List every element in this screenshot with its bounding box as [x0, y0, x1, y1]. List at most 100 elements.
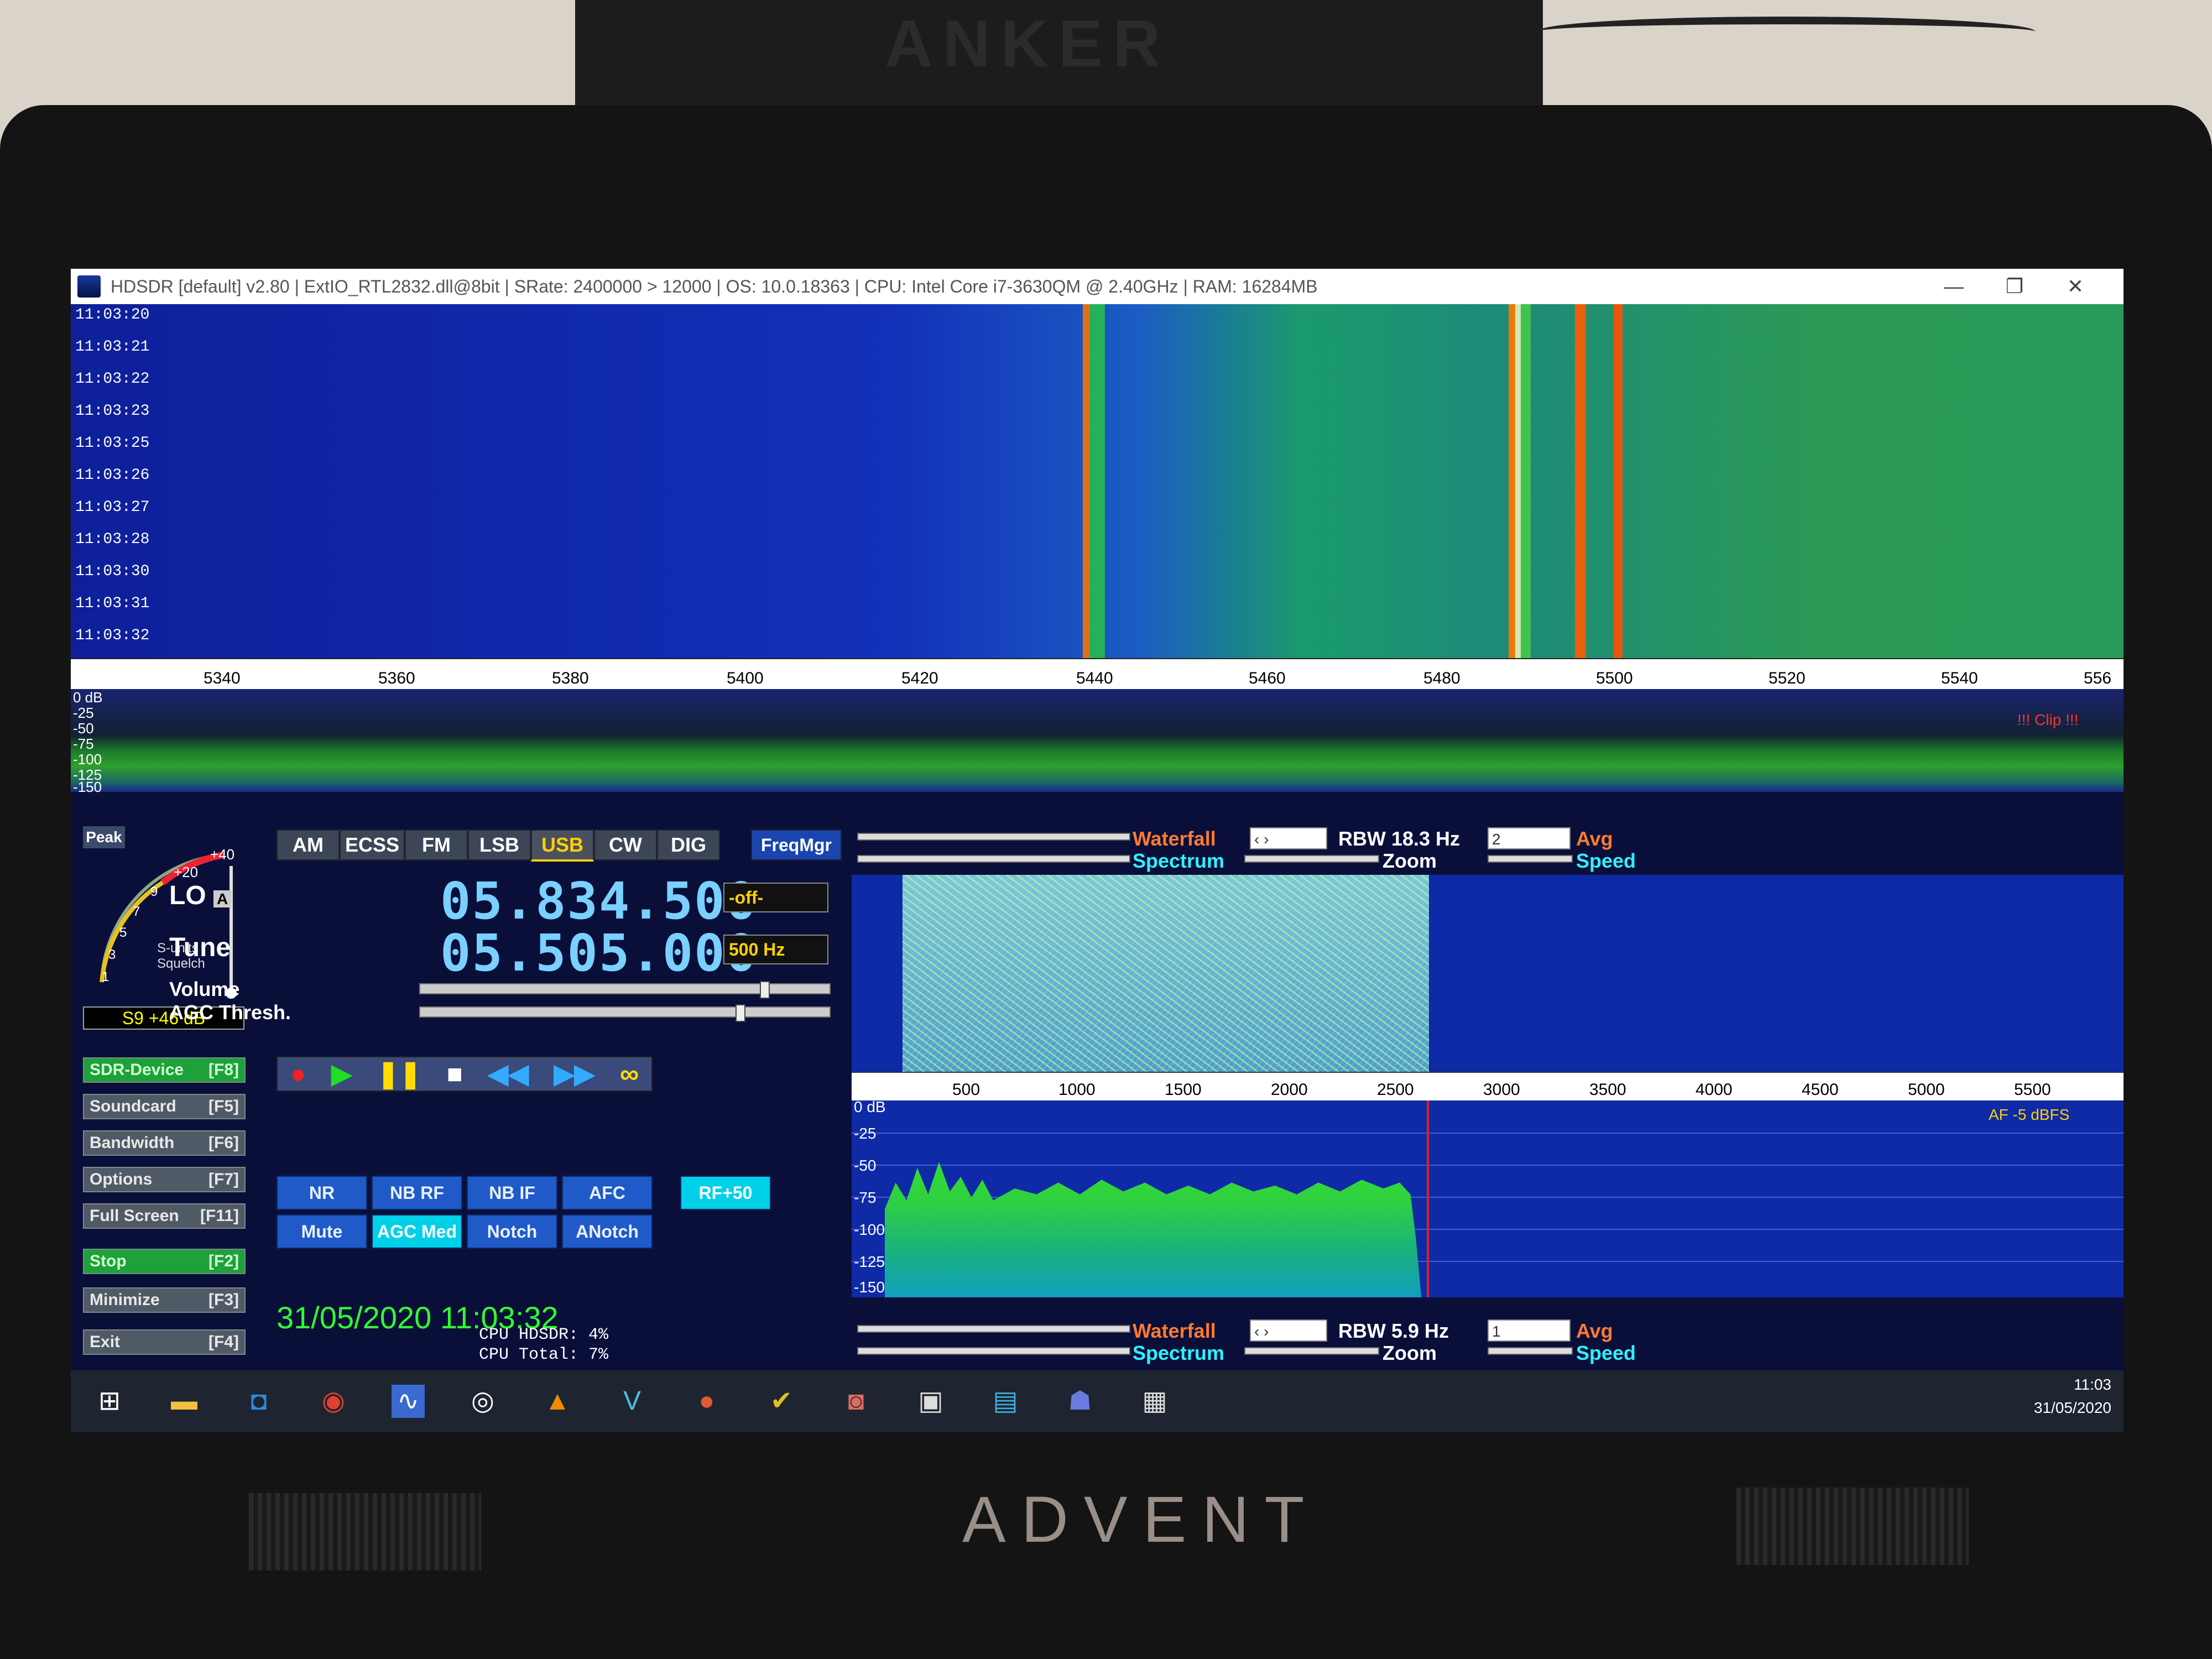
restore-window-button[interactable]: ❐ [1995, 272, 2034, 301]
mode-fm-button[interactable]: FM [405, 830, 468, 860]
freq-tick: 5540 [1941, 669, 1978, 687]
waterfall-timestamp: 11:03:31 [75, 595, 150, 612]
zoom-slider[interactable] [1244, 855, 1379, 863]
notch-button[interactable]: Notch [467, 1214, 557, 1249]
rf-waterfall-arrows[interactable]: ‹ › [1250, 827, 1327, 849]
screen-icon[interactable]: ▦ [1138, 1385, 1171, 1418]
af-rbw-label: RBW 5.9 Hz [1338, 1319, 1449, 1342]
tune-step-select[interactable]: 500 Hz [723, 935, 828, 964]
nr-button[interactable]: NR [276, 1176, 367, 1210]
af-frequency-scale[interactable]: 500 1000 1500 2000 2500 3000 3500 4000 4… [852, 1072, 2124, 1102]
mode-usb-button[interactable]: USB [531, 830, 594, 862]
app2-icon[interactable]: ◙ [839, 1385, 873, 1418]
cable [1537, 17, 2035, 46]
button-label: Options [90, 1170, 153, 1188]
title-bar: HDSDR [default] v2.80 | ExtIO_RTL2832.dl… [71, 269, 2124, 304]
af-display-controls: Waterfall Spectrum ‹ › RBW 5.9 Hz Zoom 1… [852, 1319, 2124, 1364]
options-button[interactable]: Options [F7] [83, 1167, 246, 1192]
lo-a-badge[interactable]: A [213, 890, 232, 907]
rf-plus-50-button[interactable]: RF+50 [680, 1176, 771, 1210]
folder-icon[interactable]: ▬ [168, 1385, 201, 1418]
volume-slider[interactable] [419, 981, 831, 999]
windows-icon[interactable]: ⊞ [93, 1385, 126, 1418]
stop-icon[interactable]: ■ [447, 1059, 463, 1089]
vnc-icon[interactable]: ▣ [914, 1385, 947, 1418]
lo-frequency-display[interactable]: 05.834.500 [440, 872, 758, 931]
mode-ecss-button[interactable]: ECSS [340, 830, 405, 860]
full-screen-button[interactable]: Full Screen [F11] [83, 1203, 246, 1229]
hdsdr-icon[interactable]: ∿ [392, 1385, 425, 1418]
vlc-icon[interactable]: ▲ [541, 1385, 574, 1418]
minimize-window-button[interactable]: — [1934, 272, 1973, 301]
spectrum-slider[interactable] [857, 855, 1130, 863]
nb-rf-button[interactable]: NB RF [372, 1176, 462, 1210]
media-icon[interactable]: ◎ [466, 1385, 499, 1418]
volume-slider-knob[interactable] [760, 981, 770, 999]
stop-button[interactable]: Stop [F2] [83, 1249, 246, 1274]
rf-avg-select[interactable]: 2 [1488, 827, 1571, 849]
lo-step-select[interactable]: -off- [723, 883, 828, 912]
nb-if-button[interactable]: NB IF [467, 1176, 557, 1210]
af-waterfall-label: Waterfall [1133, 1319, 1216, 1342]
transport-bar: ● ▶ ❚❚ ■ ◀◀ ▶▶ ∞ [276, 1056, 653, 1092]
af-speed-slider[interactable] [1488, 1347, 1573, 1355]
mode-cw-button[interactable]: CW [594, 830, 657, 860]
mode-am-button[interactable]: AM [276, 830, 340, 860]
exit-button[interactable]: Exit [F4] [83, 1329, 246, 1355]
rf-frequency-scale[interactable]: 5340 5360 5380 5400 5420 5440 5460 5480 … [71, 658, 2124, 690]
v-icon[interactable]: V [615, 1385, 649, 1418]
teams-icon[interactable]: ☗ [1063, 1385, 1097, 1418]
agc-med-button[interactable]: AGC Med [372, 1214, 462, 1249]
mode-lsb-button[interactable]: LSB [468, 830, 531, 860]
af-waterfall-slider[interactable] [857, 1325, 1130, 1333]
tune-frequency-display[interactable]: 05.505.000 [440, 924, 758, 983]
af-spectrum-slider[interactable] [857, 1347, 1130, 1355]
close-window-button[interactable]: ✕ [2056, 272, 2095, 301]
anotch-button[interactable]: ANotch [562, 1214, 653, 1249]
rf-spectrum[interactable]: 0 dB -25 -50 -75 -100 -125 -150 [71, 689, 2124, 795]
pause-icon[interactable]: ❚❚ [377, 1058, 421, 1089]
loop-icon[interactable]: ∞ [620, 1059, 639, 1089]
af-filter-edge[interactable] [1427, 1100, 1429, 1297]
af-avg-select[interactable]: 1 [1488, 1319, 1571, 1342]
button-label: Stop [90, 1252, 127, 1270]
af-zoom-slider[interactable] [1244, 1347, 1379, 1355]
af-waterfall-arrows[interactable]: ‹ › [1250, 1319, 1327, 1342]
bandwidth-button[interactable]: Bandwidth [F6] [83, 1130, 246, 1156]
rf-waterfall[interactable]: 11:03:20 11:03:21 11:03:22 11:03:23 11:0… [71, 304, 2124, 658]
tune-label: Tune [169, 933, 231, 962]
agc-slider-knob[interactable] [735, 1004, 745, 1022]
taskbar-time[interactable]: 11:03 [2039, 1376, 2111, 1394]
af-spectrum-label: Spectrum [1133, 1342, 1225, 1364]
agc-thresh-slider[interactable] [419, 1004, 831, 1022]
check-icon[interactable]: ✔ [765, 1385, 798, 1418]
freq-manager-button[interactable]: FreqMgr [751, 830, 842, 860]
mode-dig-button[interactable]: DIG [657, 830, 720, 860]
app-icon[interactable]: ● [690, 1385, 723, 1418]
af-tick: 4000 [1695, 1081, 1733, 1099]
record-icon[interactable]: ● [290, 1059, 306, 1089]
ve-icon[interactable]: ▤ [989, 1385, 1022, 1418]
outlook-icon[interactable]: ◘ [242, 1385, 275, 1418]
play-icon[interactable]: ▶ [331, 1058, 352, 1089]
afc-button[interactable]: AFC [562, 1176, 653, 1210]
waterfall-timestamp: 11:03:22 [75, 371, 150, 388]
taskbar-date[interactable]: 31/05/2020 [2006, 1399, 2111, 1417]
fast-forward-icon[interactable]: ▶▶ [554, 1058, 595, 1089]
box-logo: ANKER [885, 7, 1171, 81]
mute-button[interactable]: Mute [276, 1214, 367, 1249]
button-label: SDR-Device [90, 1061, 184, 1079]
rf-avg-label: Avg [1576, 827, 1613, 850]
spectrum-db-label: -75 [73, 735, 94, 752]
button-label: Minimize [90, 1291, 160, 1309]
waterfall-slider[interactable] [857, 833, 1130, 841]
chrome-icon[interactable]: ◉ [317, 1385, 350, 1418]
af-waterfall[interactable] [852, 875, 2124, 1072]
soundcard-button[interactable]: Soundcard [F5] [83, 1094, 246, 1119]
minimize-button[interactable]: Minimize [F3] [83, 1287, 246, 1313]
freq-tick: 5360 [378, 669, 415, 687]
sdr-device-button[interactable]: SDR-Device [F8] [83, 1057, 246, 1083]
rewind-icon[interactable]: ◀◀ [488, 1058, 529, 1089]
speed-slider[interactable] [1488, 855, 1573, 863]
af-spectrum[interactable]: 0 dB -25 -50 -75 -100 -125 -150 [852, 1100, 2124, 1297]
